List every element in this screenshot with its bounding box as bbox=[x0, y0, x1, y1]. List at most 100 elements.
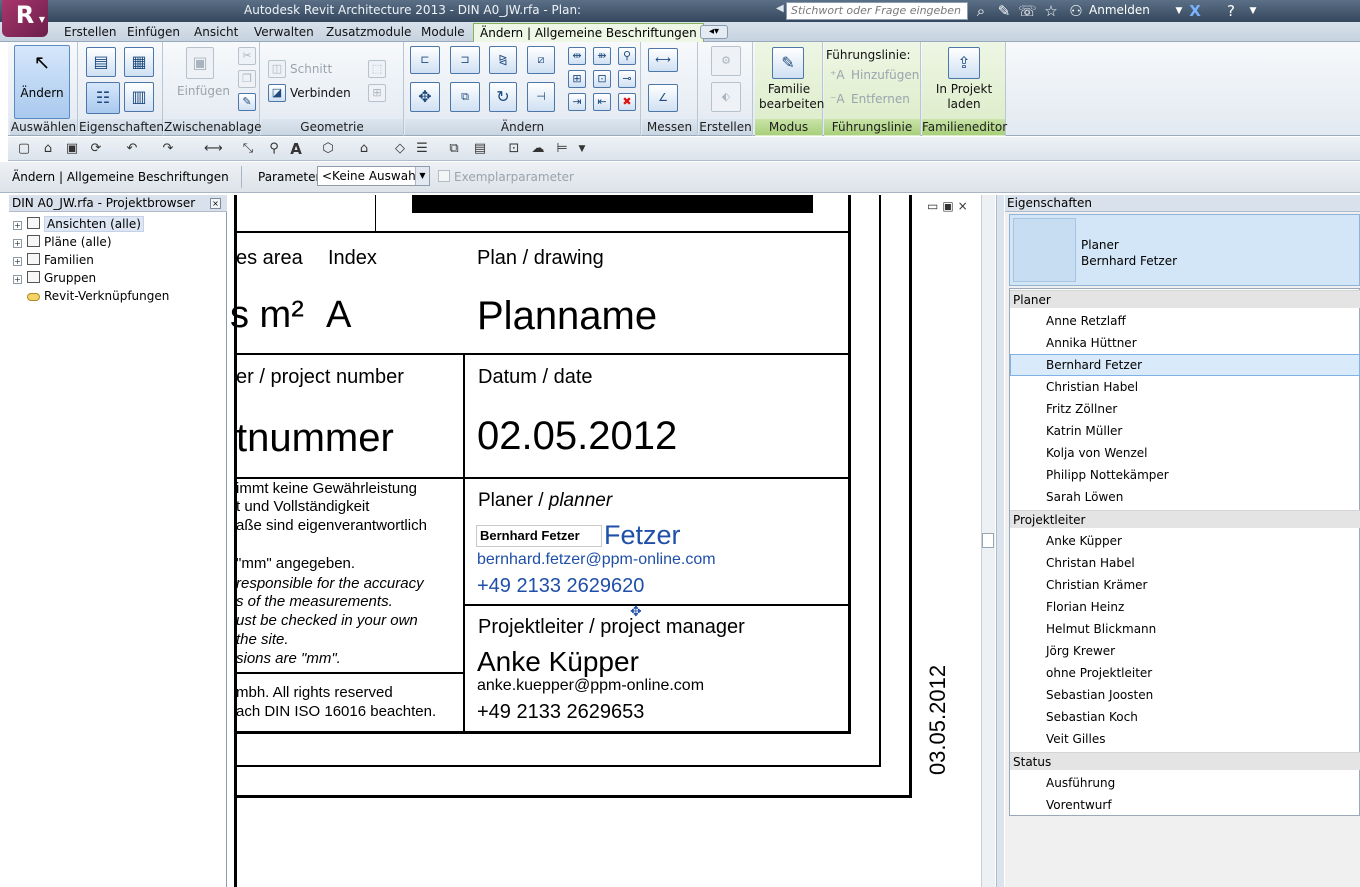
family-category-icon[interactable]: ▥ bbox=[124, 82, 154, 112]
align-icon[interactable]: ⊏ bbox=[410, 46, 440, 74]
tab-module[interactable]: Module bbox=[415, 24, 471, 41]
list-item[interactable]: Veit Gilles bbox=[1010, 728, 1360, 750]
list-item[interactable]: Philipp Nottekämper bbox=[1010, 464, 1360, 486]
list-item[interactable]: Vorentwurf bbox=[1010, 794, 1360, 816]
list-item[interactable]: Annika Hüttner bbox=[1010, 332, 1360, 354]
help-dropdown-icon[interactable]: ▼ bbox=[1244, 2, 1262, 20]
list-item[interactable]: Anne Retzlaff bbox=[1010, 310, 1360, 332]
browser-item-revit-links[interactable]: Revit-Verknüpfungen bbox=[13, 287, 169, 305]
browser-item-sheets[interactable]: + Pläne (alle) bbox=[13, 233, 112, 251]
unpin-icon[interactable]: ⚲ bbox=[618, 47, 636, 65]
measure-toolbar-icon[interactable]: ⟷ bbox=[204, 141, 223, 157]
subscription-icon[interactable]: ✎ bbox=[995, 2, 1013, 20]
list-item-selected[interactable]: Bernhard Fetzer bbox=[1010, 354, 1360, 376]
open-folder-icon[interactable]: ⌂ bbox=[40, 141, 56, 157]
type-properties-icon[interactable]: ☷ bbox=[86, 82, 120, 114]
tab-aendern-allgemeine-beschriftungen[interactable]: Ändern | Allgemeine Beschriftungen bbox=[473, 23, 704, 43]
list-item[interactable]: ohne Projektleiter bbox=[1010, 662, 1360, 684]
view-window-controls[interactable]: ▭▣× bbox=[927, 199, 972, 213]
qat-dropdown-icon[interactable]: ▼ bbox=[574, 141, 590, 157]
copy-element-icon[interactable]: ⧉ bbox=[450, 82, 480, 112]
expand-icon[interactable]: + bbox=[13, 239, 22, 248]
3d-view-icon[interactable]: ⬡ bbox=[320, 141, 336, 157]
application-menu-button[interactable]: R ▼ bbox=[2, 0, 48, 37]
array-icon[interactable]: ⊞ bbox=[568, 70, 586, 88]
list-item[interactable]: Sebastian Koch bbox=[1010, 706, 1360, 728]
new-file-icon[interactable]: ▢ bbox=[16, 141, 32, 157]
exchange-apps-icon[interactable]: X bbox=[1186, 2, 1204, 20]
list-item[interactable]: Anke Küpper bbox=[1010, 530, 1360, 552]
join-geometry-icon[interactable]: ◪ bbox=[268, 84, 286, 102]
sync-icon[interactable]: ⟳ bbox=[88, 141, 104, 157]
list-item[interactable]: Katrin Müller bbox=[1010, 420, 1360, 442]
list-item[interactable]: Kolja von Wenzel bbox=[1010, 442, 1360, 464]
list-item[interactable]: Sebastian Joosten bbox=[1010, 684, 1360, 706]
load-into-project-icon[interactable]: ⇪ bbox=[948, 47, 980, 79]
dimension-icon[interactable]: ⤡ bbox=[240, 141, 256, 157]
close-hidden-windows-icon[interactable]: ☰ bbox=[414, 141, 430, 157]
close-icon[interactable]: × bbox=[210, 198, 221, 209]
undo-icon[interactable]: ↶ bbox=[124, 141, 140, 157]
tab-zusatzmodule[interactable]: Zusatzmodule bbox=[320, 24, 417, 41]
move-icon[interactable]: ✥ bbox=[410, 82, 440, 112]
match-properties-icon[interactable]: ✎ bbox=[238, 93, 256, 111]
tab-ansicht[interactable]: Ansicht bbox=[188, 24, 244, 41]
tab-erstellen[interactable]: Erstellen bbox=[58, 24, 123, 41]
login-button[interactable]: Anmelden bbox=[1089, 3, 1150, 17]
family-types-icon[interactable]: ▦ bbox=[124, 47, 154, 77]
parameter-select[interactable]: <Keine Auswahl> ▼ bbox=[317, 166, 430, 186]
list-item[interactable]: Helmut Blickmann bbox=[1010, 618, 1360, 640]
list-item[interactable]: Christian Krämer bbox=[1010, 574, 1360, 596]
edit-family-icon[interactable]: ✎ bbox=[772, 47, 804, 79]
scale-icon[interactable]: ⊡ bbox=[593, 70, 611, 88]
help-icon[interactable]: ? bbox=[1222, 2, 1240, 20]
measure-icon[interactable]: ⟷ bbox=[648, 48, 678, 72]
switch-windows-icon[interactable]: ⧉ bbox=[446, 141, 462, 157]
panel-splitter[interactable] bbox=[996, 195, 1004, 887]
browser-item-groups[interactable]: + Gruppen bbox=[13, 269, 96, 287]
trim-extend-icon[interactable]: ⊣ bbox=[527, 82, 555, 112]
save-icon[interactable]: ▣ bbox=[64, 141, 80, 157]
edit-family-button[interactable]: Familie bearbeiten bbox=[759, 82, 824, 112]
thin-lines-icon[interactable]: ◇ bbox=[392, 141, 408, 157]
modify-button[interactable]: ↖ Ändern bbox=[14, 45, 70, 119]
search-expand-icon[interactable]: ◀ bbox=[776, 3, 784, 14]
browser-item-views[interactable]: + Ansichten (alle) bbox=[13, 215, 144, 233]
list-item[interactable]: Florian Heinz bbox=[1010, 596, 1360, 618]
delete-icon[interactable]: ✖ bbox=[618, 93, 636, 111]
scrollbar-thumb[interactable] bbox=[982, 533, 994, 548]
browser-item-families[interactable]: + Familien bbox=[13, 251, 94, 269]
expand-icon[interactable]: + bbox=[13, 275, 22, 284]
customize-toolbar-icon[interactable]: ⊨ bbox=[554, 141, 570, 157]
properties-palette-icon[interactable]: ▤ bbox=[86, 47, 116, 77]
cloud-icon[interactable]: ☁ bbox=[530, 141, 546, 157]
text-icon[interactable]: A bbox=[288, 141, 304, 157]
help-search-input[interactable]: Stichwort oder Frage eingeben bbox=[786, 2, 968, 20]
load-into-project-button[interactable]: In Projekt laden bbox=[932, 82, 996, 112]
window-tile-icon[interactable]: ▤ bbox=[472, 141, 488, 157]
expand-icon[interactable]: + bbox=[13, 257, 22, 266]
mirror-draw-axis-icon[interactable]: ⧄ bbox=[527, 46, 555, 74]
rotate-icon[interactable]: ↻ bbox=[489, 82, 517, 112]
project-browser-icon[interactable]: ⊡ bbox=[506, 141, 522, 157]
ribbon-minimize-toggle[interactable]: ◂▾ bbox=[700, 25, 728, 39]
list-item[interactable]: Christan Habel bbox=[1010, 552, 1360, 574]
mirror-axis-icon[interactable]: ⧎ bbox=[489, 46, 517, 74]
redo-icon[interactable]: ↷ bbox=[160, 141, 176, 157]
extend-multiple-icon[interactable]: ⇤ bbox=[593, 93, 611, 111]
angular-dimension-icon[interactable]: ∠ bbox=[648, 84, 678, 112]
trim-multiple-icon[interactable]: ⇥ bbox=[568, 93, 586, 111]
binoculars-icon[interactable]: ⌕ bbox=[972, 2, 990, 20]
list-item[interactable]: Sarah Löwen bbox=[1010, 486, 1360, 508]
tab-einfuegen[interactable]: Einfügen bbox=[121, 24, 186, 41]
tag-icon[interactable]: ⚲ bbox=[266, 141, 282, 157]
join-geometry-button[interactable]: Verbinden bbox=[290, 86, 351, 100]
split-gap-icon[interactable]: ⇻ bbox=[593, 47, 611, 65]
communication-icon[interactable]: ☏ bbox=[1018, 2, 1037, 20]
list-item[interactable]: Fritz Zöllner bbox=[1010, 398, 1360, 420]
tab-verwalten[interactable]: Verwalten bbox=[248, 24, 320, 41]
list-item[interactable]: Ausführung bbox=[1010, 772, 1360, 794]
planner-name-field[interactable]: Bernhard Fetzer bbox=[476, 525, 602, 547]
user-icon[interactable]: ⚇ bbox=[1067, 2, 1085, 20]
expand-icon[interactable]: + bbox=[13, 221, 22, 230]
